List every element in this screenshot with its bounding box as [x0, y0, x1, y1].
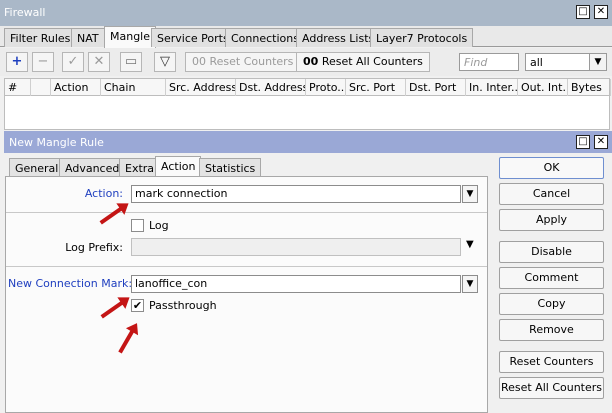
column-out-interface[interactable]: Out. Int... [518, 79, 568, 96]
cancel-button[interactable]: Cancel [499, 183, 604, 205]
dialog-tabs: General Advanced Extra Action Statistics [5, 156, 487, 177]
reset-all-counters-label: Reset All Counters [321, 55, 423, 68]
firewall-tabs: Filter Rules NAT Mangle Service Ports Co… [0, 26, 612, 48]
tab-statistics[interactable]: Statistics [199, 158, 262, 177]
remove-icon[interactable]: − [32, 52, 54, 72]
column-in-interface[interactable]: In. Inter... [466, 79, 518, 96]
action-select[interactable]: mark connection [131, 185, 461, 203]
log-prefix-dropdown-icon[interactable]: ▼ [466, 239, 474, 250]
firewall-title: Firewall [4, 6, 46, 19]
passthrough-label: Passthrough [149, 299, 217, 312]
dialog-title-bar: New Mangle Rule □ ✕ [4, 131, 612, 153]
log-prefix-input[interactable] [131, 238, 461, 256]
tab-mangle[interactable]: Mangle [104, 26, 157, 48]
column-flags[interactable] [31, 79, 51, 96]
column-dst-address[interactable]: Dst. Address [236, 79, 306, 96]
reset-all-counters-dialog-button[interactable]: Reset All Counters [499, 377, 604, 399]
close-icon[interactable]: ✕ [594, 5, 608, 19]
ok-button[interactable]: OK [499, 157, 604, 179]
passthrough-checkbox[interactable]: ✔ [131, 299, 144, 312]
disable-icon[interactable]: ✕ [88, 52, 110, 72]
reset-all-counters-button[interactable]: 00 Reset All Counters [296, 52, 430, 72]
comment-button[interactable]: Comment [499, 267, 604, 289]
tab-nat[interactable]: NAT [71, 28, 105, 47]
reset-counters-label: Reset Counters [209, 55, 294, 68]
tab-layer7-protocols[interactable]: Layer7 Protocols [370, 28, 474, 47]
separator [6, 212, 487, 213]
tab-general[interactable]: General [9, 158, 65, 177]
tab-address-lists[interactable]: Address Lists [296, 28, 381, 47]
connection-mark-dropdown-icon[interactable]: ▼ [462, 275, 478, 293]
dialog-maximize-icon[interactable]: □ [576, 135, 590, 149]
column-number[interactable]: # [5, 79, 31, 96]
chevron-down-icon[interactable]: ▼ [589, 53, 607, 71]
reset-counters-icon: 00 [192, 55, 206, 68]
filter-icon[interactable]: ▽ [154, 52, 176, 72]
tab-service-ports[interactable]: Service Ports [151, 28, 235, 47]
tab-connections[interactable]: Connections [225, 28, 305, 47]
new-connection-mark-label: New Connection Mark: [8, 277, 133, 290]
find-input[interactable]: Find [459, 53, 519, 71]
separator [6, 266, 487, 267]
reset-counters-dialog-button[interactable]: Reset Counters [499, 351, 604, 373]
add-icon[interactable]: + [6, 52, 28, 72]
column-dst-port[interactable]: Dst. Port [406, 79, 466, 96]
enable-icon[interactable]: ✓ [62, 52, 84, 72]
reset-all-counters-icon: 00 [303, 55, 319, 68]
tab-extra[interactable]: Extra [119, 158, 161, 177]
log-checkbox[interactable] [131, 219, 144, 232]
remove-button[interactable]: Remove [499, 319, 604, 341]
tab-advanced[interactable]: Advanced [59, 158, 126, 177]
dialog-title: New Mangle Rule [9, 136, 104, 149]
column-protocol[interactable]: Proto... [306, 79, 346, 96]
filter-select[interactable]: all [525, 53, 590, 71]
log-prefix-label: Log Prefix: [65, 241, 123, 254]
comment-icon[interactable]: ▭ [120, 52, 142, 72]
reset-counters-button[interactable]: 00 Reset Counters [185, 52, 301, 72]
new-connection-mark-input[interactable]: lanoffice_con [131, 275, 461, 293]
action-dropdown-icon[interactable]: ▼ [462, 185, 478, 203]
rules-table-body [4, 96, 610, 130]
column-src-address[interactable]: Src. Address [166, 79, 236, 96]
column-bytes[interactable]: Bytes [568, 79, 611, 96]
log-label: Log [149, 219, 169, 232]
dialog-close-icon[interactable]: ✕ [594, 135, 608, 149]
firewall-title-bar: Firewall □ ✕ [0, 0, 612, 26]
tab-action[interactable]: Action [155, 156, 202, 177]
apply-button[interactable]: Apply [499, 209, 604, 231]
disable-button[interactable]: Disable [499, 241, 604, 263]
firewall-toolbar: + − ✓ ✕ ▭ ▽ 00 Reset Counters 00 Reset A… [0, 48, 612, 76]
rules-table-header: # Action Chain Src. Address Dst. Address… [4, 78, 611, 96]
action-label: Action: [84, 187, 123, 200]
column-action[interactable]: Action [51, 79, 101, 96]
tab-filter-rules[interactable]: Filter Rules [4, 28, 77, 47]
maximize-icon[interactable]: □ [576, 5, 590, 19]
column-chain[interactable]: Chain [101, 79, 166, 96]
column-src-port[interactable]: Src. Port [346, 79, 406, 96]
copy-button[interactable]: Copy [499, 293, 604, 315]
